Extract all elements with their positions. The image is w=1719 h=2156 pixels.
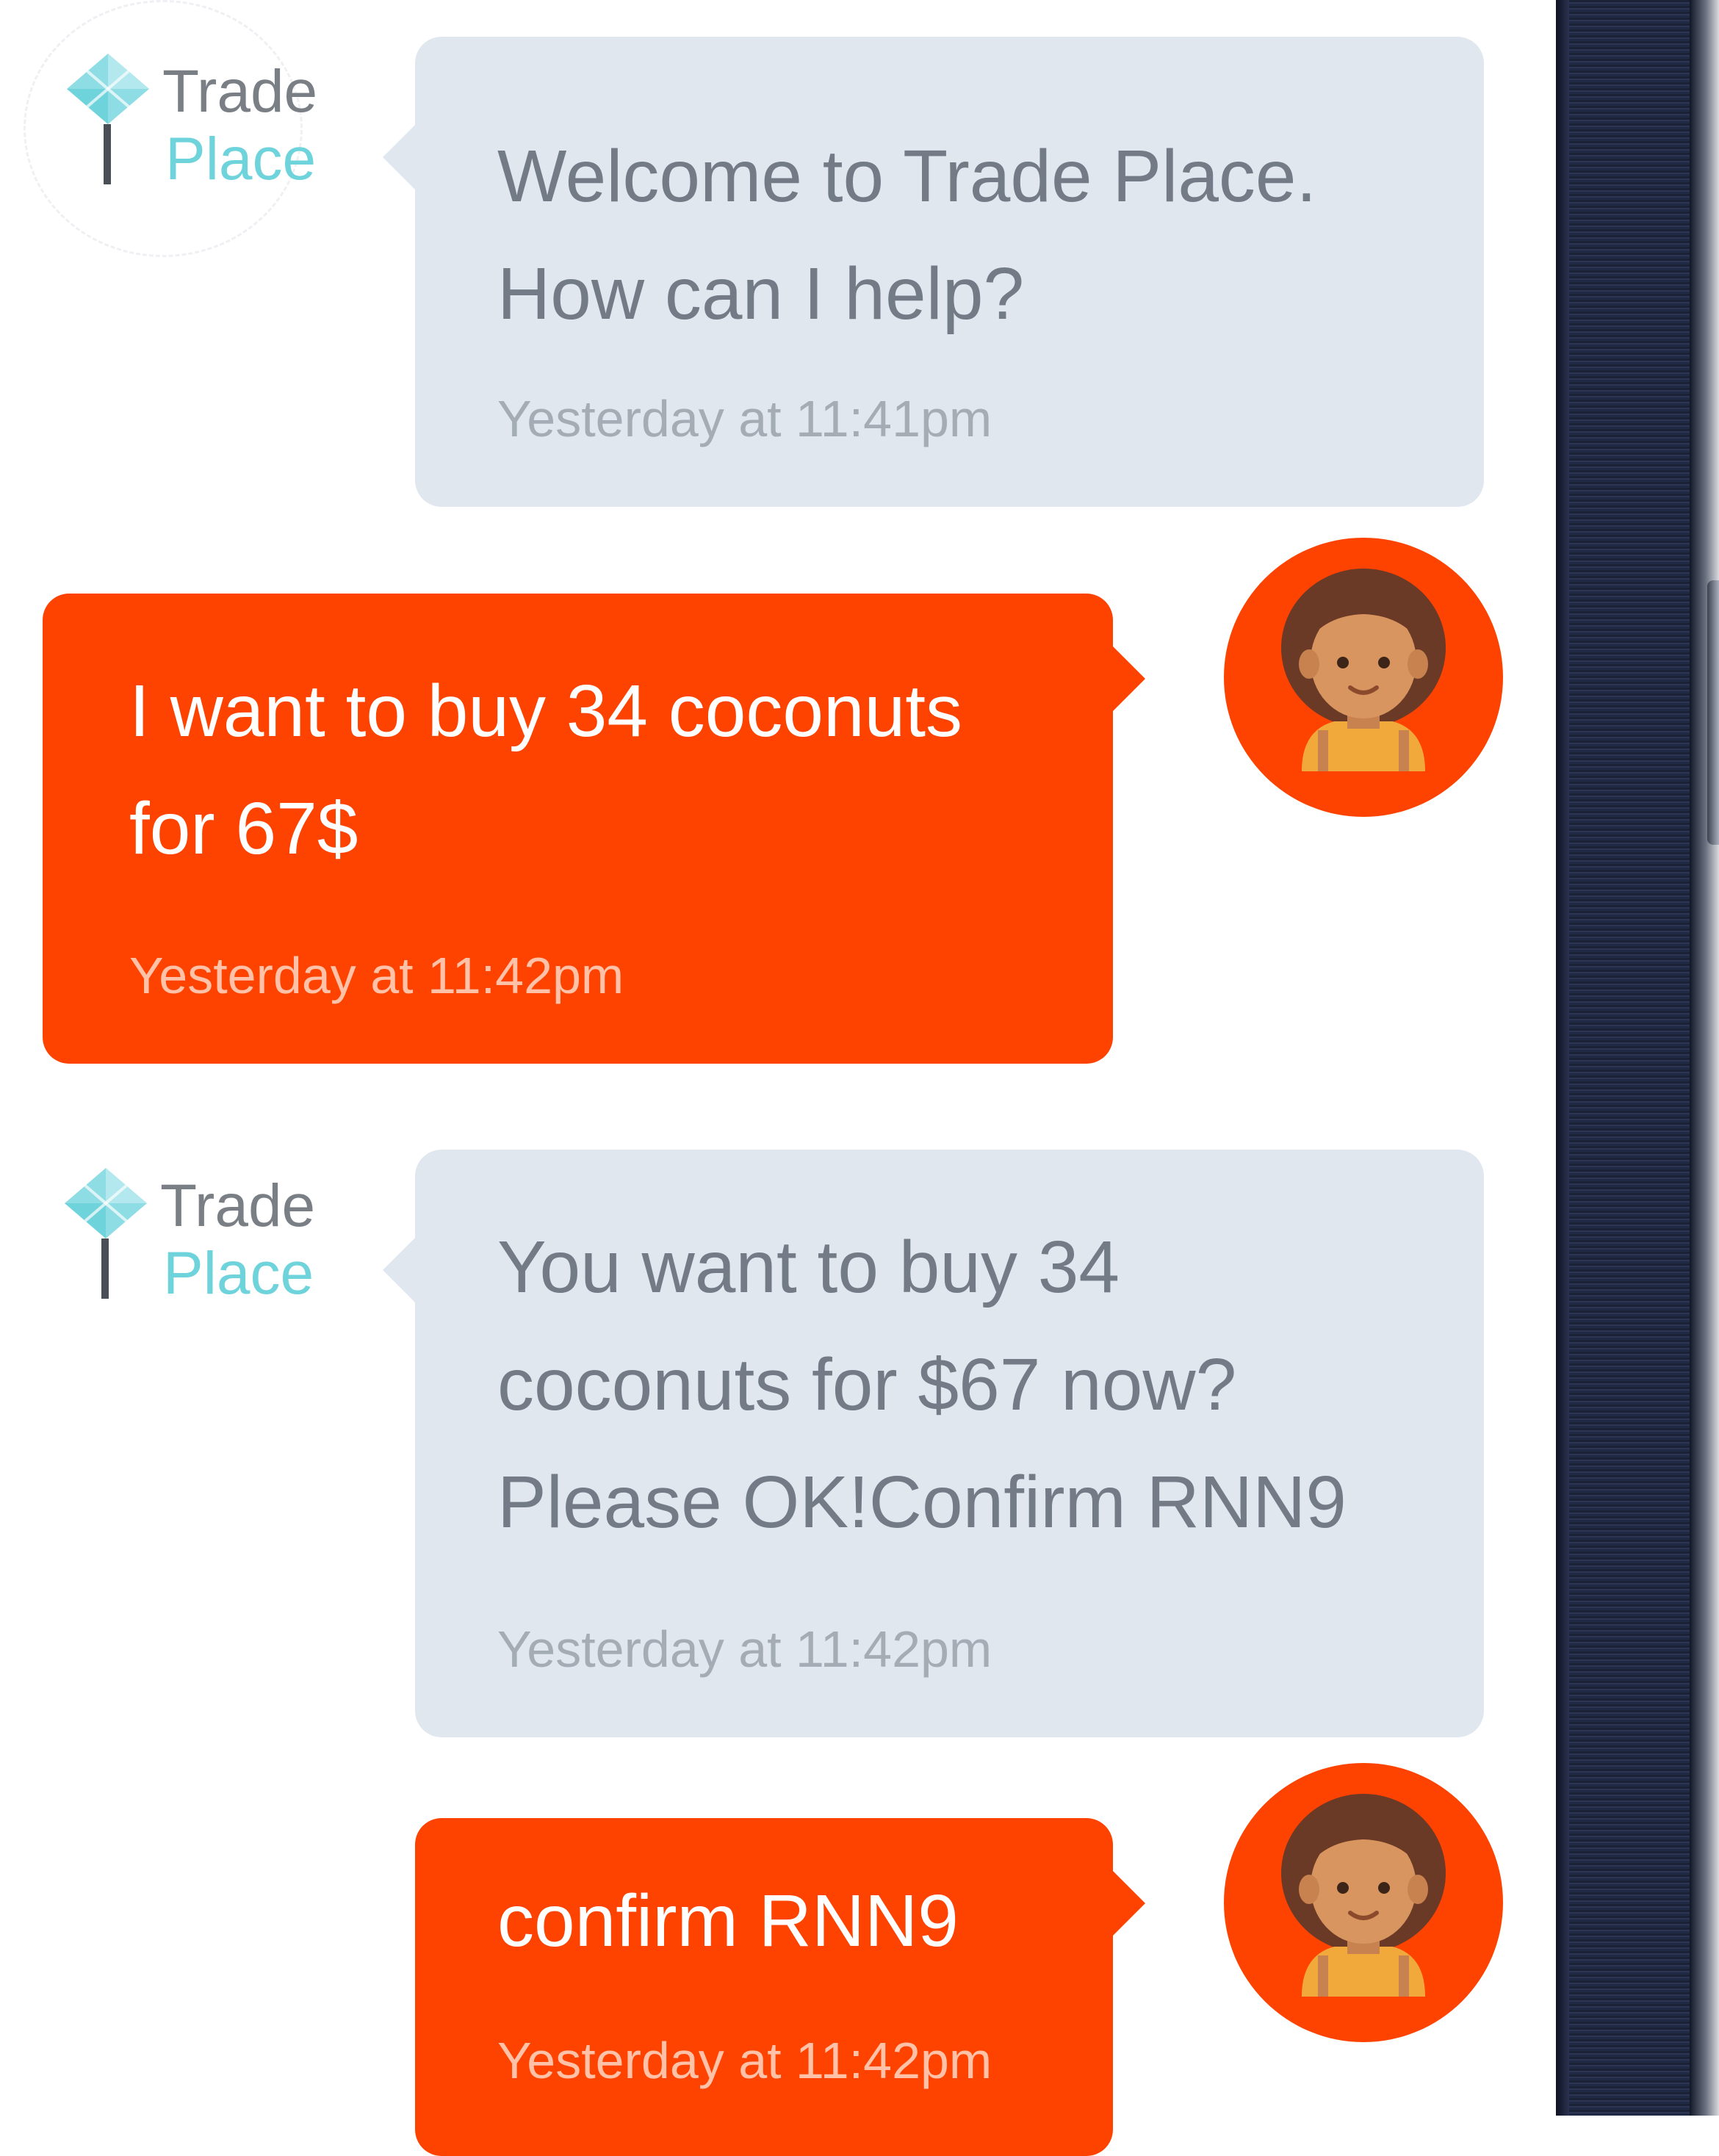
- logo-text-place: Place: [165, 126, 317, 192]
- message-timestamp: Yesterday at 11:42pm: [497, 2032, 992, 2089]
- message-text-line: for 67$: [129, 787, 358, 870]
- logo-text-trade: Trade: [162, 58, 318, 125]
- message-text-line: coconuts for $67 now?: [497, 1344, 1237, 1426]
- phone-side-button: [1707, 580, 1719, 845]
- trade-place-logo-icon: Trade Place: [24, 0, 317, 257]
- message-text-line: Welcome to Trade Place.: [497, 135, 1317, 217]
- phone-outer-edge: [1690, 0, 1719, 2116]
- chat-screen: Trade Place Welcome to Trade Place. How …: [0, 0, 1556, 2156]
- message-timestamp: Yesterday at 11:42pm: [129, 947, 624, 1004]
- logo-text-trade: Trade: [160, 1172, 316, 1239]
- message-text-line: How can I help?: [497, 253, 1025, 335]
- message-timestamp: Yesterday at 11:41pm: [497, 390, 992, 447]
- bot-message-bubble: You want to buy 34 coconuts for $67 now?…: [383, 1150, 1484, 1737]
- user-avatar-icon: [1224, 1763, 1503, 2042]
- user-message-bubble: confirm RNN9 Yesterday at 11:42pm: [415, 1818, 1145, 2156]
- message-text-line: Please OK!Confirm RNN9: [497, 1461, 1347, 1543]
- pin-icon: [65, 1168, 147, 1299]
- person-icon: [1281, 1794, 1446, 1997]
- message-text-line: I want to buy 34 coconuts: [129, 670, 963, 752]
- pin-icon: [67, 54, 149, 184]
- bot-message-bubble: Welcome to Trade Place. How can I help? …: [383, 37, 1484, 507]
- message-text-line: confirm RNN9: [497, 1880, 959, 1962]
- person-icon: [1281, 569, 1446, 771]
- user-avatar-icon: [1224, 538, 1503, 817]
- message-timestamp: Yesterday at 11:42pm: [497, 1620, 992, 1678]
- user-message-bubble: I want to buy 34 coconuts for 67$ Yester…: [43, 594, 1145, 1064]
- phone-bezel-edge: [1556, 0, 1569, 2116]
- trade-place-logo-icon: Trade Place: [24, 1117, 315, 1337]
- phone-frame: [1556, 0, 1719, 2116]
- logo-text-place: Place: [163, 1240, 314, 1307]
- message-text-line: You want to buy 34: [497, 1226, 1120, 1308]
